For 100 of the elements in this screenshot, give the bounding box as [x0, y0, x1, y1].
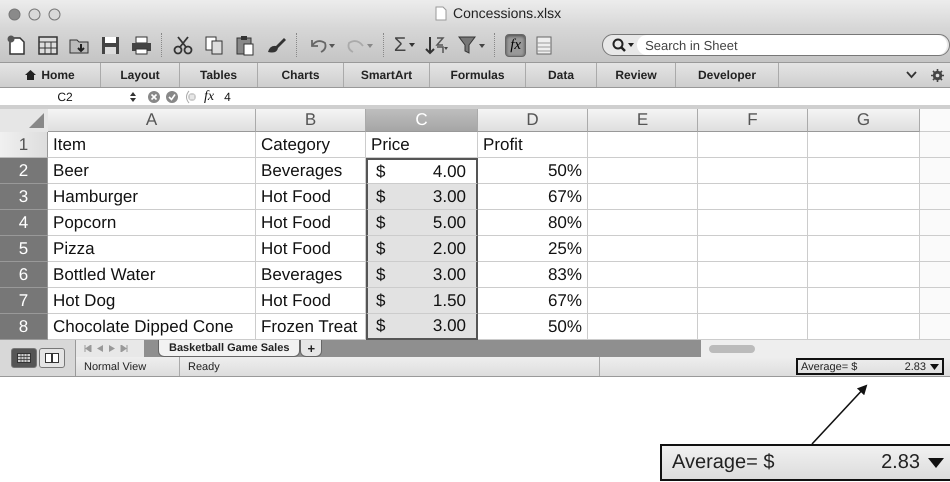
ribbon-tab[interactable]: Review — [597, 63, 676, 87]
sheet-tab[interactable]: Basketball Game Sales — [158, 340, 300, 357]
ribbon-tab[interactable]: Formulas — [430, 63, 526, 87]
formula-value[interactable]: 4 — [224, 90, 231, 104]
row-header[interactable]: 1 — [0, 132, 48, 158]
empty-cell[interactable] — [588, 158, 698, 184]
print-icon[interactable] — [130, 34, 152, 56]
filter-icon[interactable] — [457, 34, 486, 56]
column-header[interactable]: A — [48, 109, 256, 132]
ribbon-tab[interactable]: SmartArt — [344, 63, 430, 87]
cut-icon[interactable] — [172, 34, 194, 56]
ribbon-tab[interactable]: Home — [0, 63, 101, 87]
insert-function-button[interactable]: fx — [204, 88, 214, 104]
table-cell[interactable]: $ 3.00 — [366, 314, 478, 340]
column-header[interactable]: G — [808, 109, 920, 132]
table-cell[interactable]: 83% — [478, 262, 588, 288]
table-cell[interactable]: $ 4.00 — [366, 158, 478, 184]
row-header[interactable]: 5 — [0, 236, 48, 262]
empty-cell[interactable] — [588, 210, 698, 236]
copy-icon[interactable] — [202, 34, 225, 56]
ribbon-tab[interactable]: Charts — [258, 63, 344, 87]
empty-cell[interactable] — [698, 288, 808, 314]
table-cell[interactable]: 67% — [478, 288, 588, 314]
table-cell[interactable]: Hamburger — [48, 184, 256, 210]
ribbon-tab[interactable]: Developer — [676, 63, 779, 87]
summary-display[interactable]: Average= $ 2.83 — [796, 358, 944, 375]
table-cell[interactable]: $ 5.00 — [366, 210, 478, 236]
confirm-icon[interactable] — [166, 90, 178, 102]
empty-cell[interactable] — [588, 132, 698, 158]
table-cell[interactable]: 67% — [478, 184, 588, 210]
ribbon-tab[interactable]: Data — [526, 63, 597, 87]
table-cell[interactable]: Item — [48, 132, 256, 158]
add-sheet-button[interactable]: + — [300, 340, 322, 357]
gallery-icon[interactable] — [37, 34, 59, 56]
table-cell[interactable]: 80% — [478, 210, 588, 236]
vertical-scrollbar-track[interactable] — [920, 262, 950, 288]
row-header[interactable]: 2 — [0, 158, 48, 184]
toolbox-icon[interactable] — [535, 34, 554, 56]
table-cell[interactable]: 50% — [478, 158, 588, 184]
empty-cell[interactable] — [588, 262, 698, 288]
empty-cell[interactable] — [698, 132, 808, 158]
new-document-icon[interactable] — [6, 34, 28, 56]
equals-icon[interactable] — [184, 90, 196, 104]
ribbon-tab[interactable]: Tables — [180, 63, 258, 87]
empty-cell[interactable] — [698, 236, 808, 262]
autosum-button[interactable]: Σ — [394, 34, 406, 56]
column-header[interactable]: F — [698, 109, 808, 132]
select-all-icon[interactable] — [0, 109, 48, 132]
column-header[interactable]: E — [588, 109, 698, 132]
empty-cell[interactable] — [698, 210, 808, 236]
search-field[interactable]: Search in Sheet — [602, 34, 950, 56]
table-cell[interactable]: Bottled Water — [48, 262, 256, 288]
first-sheet-icon[interactable] — [84, 345, 92, 352]
formula-builder-button[interactable]: fx — [505, 34, 526, 56]
collapse-chevron-icon[interactable] — [906, 71, 917, 79]
table-cell[interactable]: 25% — [478, 236, 588, 262]
table-cell[interactable]: Profit — [478, 132, 588, 158]
row-header[interactable]: 7 — [0, 288, 48, 314]
empty-cell[interactable] — [698, 158, 808, 184]
vertical-scrollbar-track[interactable] — [920, 132, 950, 158]
table-cell[interactable]: Category — [256, 132, 366, 158]
last-sheet-icon[interactable] — [120, 345, 128, 352]
name-box[interactable]: C2 — [0, 90, 130, 104]
table-cell[interactable]: $ 3.00 — [366, 262, 478, 288]
paste-icon[interactable] — [234, 34, 256, 56]
sort-icon[interactable] — [424, 34, 448, 56]
empty-cell[interactable] — [698, 184, 808, 210]
next-sheet-icon[interactable] — [108, 345, 116, 352]
vertical-scrollbar-track[interactable] — [920, 184, 950, 210]
vertical-scrollbar-track[interactable] — [920, 158, 950, 184]
column-header[interactable]: D — [478, 109, 588, 132]
cancel-icon[interactable] — [148, 90, 160, 102]
row-header[interactable]: 8 — [0, 314, 48, 340]
previous-sheet-icon[interactable] — [96, 345, 104, 352]
row-header[interactable]: 4 — [0, 210, 48, 236]
zoom-icon[interactable] — [48, 8, 61, 20]
vertical-scrollbar-track[interactable] — [920, 288, 950, 314]
minimize-icon[interactable] — [28, 8, 41, 20]
table-cell[interactable]: Popcorn — [48, 210, 256, 236]
scroll-thumb[interactable] — [709, 344, 756, 352]
empty-cell[interactable] — [588, 288, 698, 314]
empty-cell[interactable] — [588, 236, 698, 262]
normal-view-button[interactable] — [10, 348, 36, 368]
save-icon[interactable] — [99, 34, 121, 56]
empty-cell[interactable] — [588, 184, 698, 210]
column-header[interactable]: B — [256, 109, 366, 132]
table-cell[interactable]: Beer — [48, 158, 256, 184]
dropdown-caret-icon[interactable] — [409, 43, 416, 47]
table-cell[interactable]: $ 3.00 — [366, 184, 478, 210]
table-cell[interactable]: Pizza — [48, 236, 256, 262]
stepper-icon[interactable] — [130, 92, 136, 102]
table-cell[interactable]: $ 1.50 — [366, 288, 478, 314]
page-layout-button[interactable] — [38, 348, 64, 368]
row-header[interactable]: 3 — [0, 184, 48, 210]
vertical-scrollbar-track[interactable] — [920, 314, 950, 340]
row-header[interactable]: 6 — [0, 262, 48, 288]
vertical-scrollbar-track[interactable] — [920, 236, 950, 262]
table-cell[interactable]: $ 2.00 — [366, 236, 478, 262]
ribbon-tab[interactable]: Layout — [101, 63, 180, 87]
table-cell[interactable]: Hot Dog — [48, 288, 256, 314]
